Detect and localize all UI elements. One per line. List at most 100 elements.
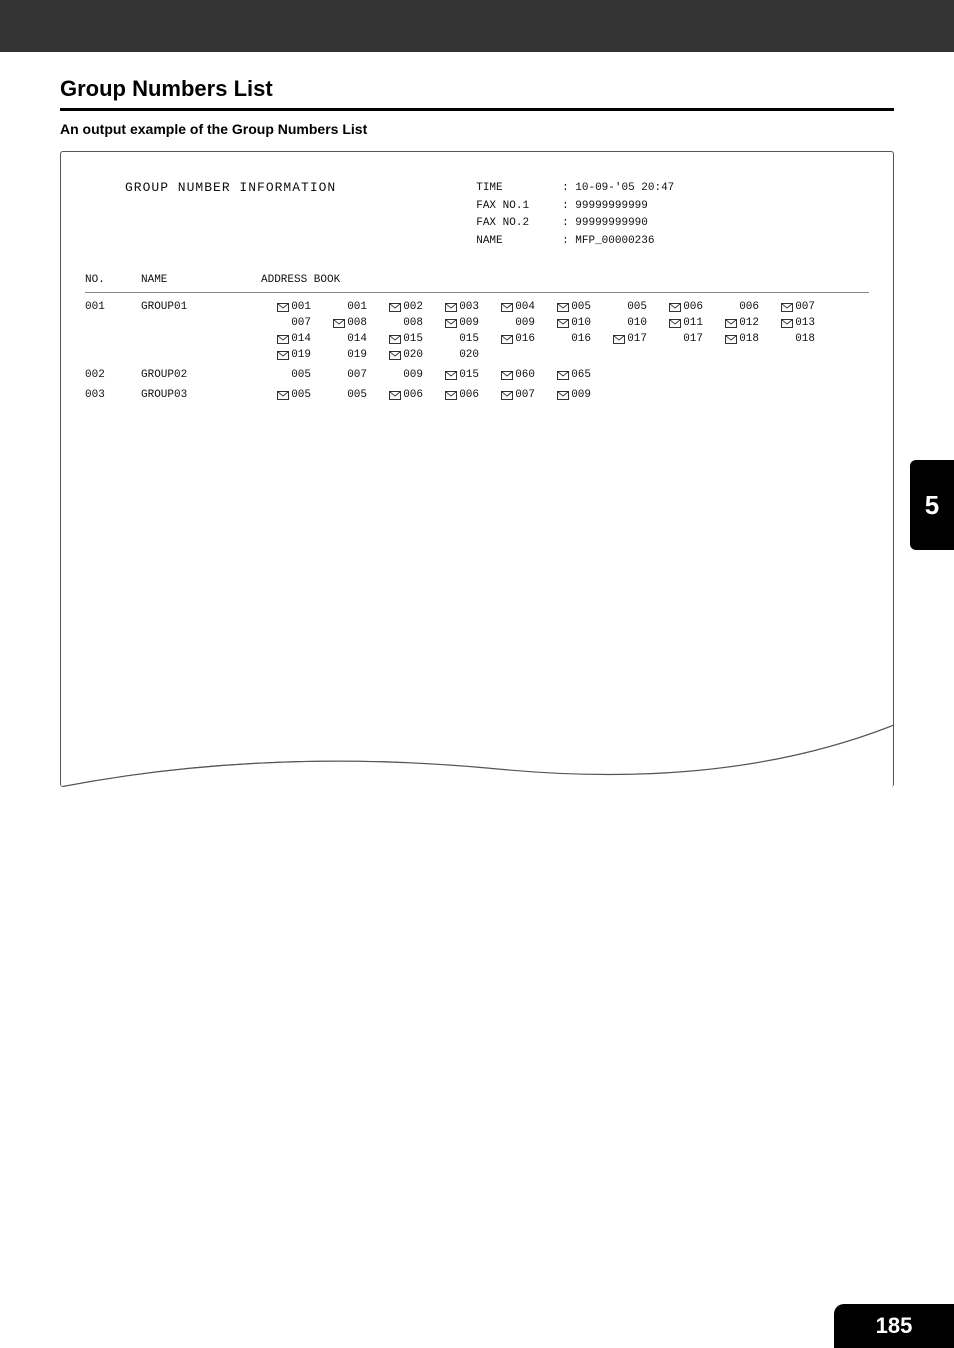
address-entry: 020 — [429, 349, 485, 361]
mail-icon — [445, 319, 457, 328]
address-entry: 011 — [653, 317, 709, 329]
address-number: 005 — [291, 389, 311, 401]
meta-fax1: FAX NO.1 : 99999999999 — [476, 198, 674, 216]
mail-icon — [781, 303, 793, 312]
address-number: 013 — [795, 317, 815, 329]
address-entry: 006 — [709, 301, 765, 313]
mail-icon — [389, 351, 401, 360]
address-entry: 015 — [429, 333, 485, 345]
subtitle: An output example of the Group Numbers L… — [60, 121, 894, 137]
address-entry: 020 — [373, 349, 429, 361]
meta-block: TIME : 10-09-'05 20:47 FAX NO.1 : 999999… — [476, 180, 674, 250]
address-number: 001 — [291, 301, 311, 313]
address-number: 011 — [683, 317, 703, 329]
address-entry: 005 — [317, 389, 373, 401]
address-entry: 005 — [541, 301, 597, 313]
address-entry: 010 — [597, 317, 653, 329]
mail-icon — [501, 371, 513, 380]
address-number: 006 — [683, 301, 703, 313]
groups-container: 001GROUP01001001002003004005005006006007… — [85, 299, 869, 407]
address-entry: 007 — [765, 301, 821, 313]
address-entry: 014 — [261, 333, 317, 345]
address-entry: 006 — [373, 389, 429, 401]
address-number: 010 — [627, 317, 647, 329]
address-entry: 003 — [429, 301, 485, 313]
address-number: 005 — [571, 301, 591, 313]
col-no-header: NO. — [85, 274, 141, 286]
address-entry: 016 — [541, 333, 597, 345]
address-entry: 060 — [485, 369, 541, 381]
mail-icon — [669, 303, 681, 312]
report-title: GROUP NUMBER INFORMATION — [125, 180, 336, 250]
group-name: GROUP01 — [141, 301, 261, 365]
address-number: 009 — [515, 317, 535, 329]
address-entry: 006 — [653, 301, 709, 313]
meta-name-label: NAME — [476, 235, 502, 247]
address-number: 007 — [291, 317, 311, 329]
address-number: 005 — [347, 389, 367, 401]
address-number: 010 — [571, 317, 591, 329]
meta-name-value: : MFP_00000236 — [562, 235, 654, 247]
meta-fax1-value: : 99999999999 — [562, 200, 648, 212]
address-number: 008 — [347, 317, 367, 329]
group-no: 003 — [85, 389, 141, 405]
address-entry: 009 — [485, 317, 541, 329]
address-number: 003 — [459, 301, 479, 313]
mail-icon — [501, 303, 513, 312]
mail-icon — [333, 319, 345, 328]
meta-time-value: : 10-09-'05 20:47 — [562, 182, 674, 194]
address-number: 016 — [571, 333, 591, 345]
address-number: 004 — [515, 301, 535, 313]
address-entry: 013 — [765, 317, 821, 329]
address-number: 002 — [403, 301, 423, 313]
group-name: GROUP03 — [141, 389, 261, 405]
address-number: 012 — [739, 317, 759, 329]
address-entry: 018 — [765, 333, 821, 345]
address-entry: 009 — [373, 369, 429, 381]
meta-fax1-label: FAX NO.1 — [476, 200, 529, 212]
address-number: 019 — [291, 349, 311, 361]
address-number: 018 — [739, 333, 759, 345]
mail-icon — [669, 319, 681, 328]
address-entry: 009 — [541, 389, 597, 401]
address-number: 020 — [459, 349, 479, 361]
address-entry: 014 — [317, 333, 373, 345]
page-curl-curve — [60, 697, 894, 787]
address-number: 009 — [459, 317, 479, 329]
address-entry: 002 — [373, 301, 429, 313]
address-entry: 065 — [541, 369, 597, 381]
address-entry: 016 — [485, 333, 541, 345]
mail-icon — [557, 371, 569, 380]
mail-icon — [501, 335, 513, 344]
meta-time: TIME : 10-09-'05 20:47 — [476, 180, 674, 198]
output-frame: GROUP NUMBER INFORMATION TIME : 10-09-'0… — [60, 151, 894, 787]
address-number: 009 — [571, 389, 591, 401]
address-entry: 012 — [709, 317, 765, 329]
address-number: 005 — [291, 369, 311, 381]
mail-icon — [725, 335, 737, 344]
address-entry: 005 — [597, 301, 653, 313]
mail-icon — [557, 391, 569, 400]
address-entry: 008 — [373, 317, 429, 329]
mail-icon — [277, 335, 289, 344]
address-entry: 004 — [485, 301, 541, 313]
mail-icon — [445, 371, 457, 380]
mail-icon — [277, 303, 289, 312]
page-content: Group Numbers List An output example of … — [0, 52, 954, 787]
report-header: GROUP NUMBER INFORMATION TIME : 10-09-'0… — [125, 180, 869, 250]
meta-fax2-value: : 99999999990 — [562, 217, 648, 229]
group-no: 002 — [85, 369, 141, 385]
address-number: 015 — [403, 333, 423, 345]
address-entry: 005 — [261, 389, 317, 401]
address-number: 016 — [515, 333, 535, 345]
address-entry: 019 — [317, 349, 373, 361]
address-number: 014 — [291, 333, 311, 345]
address-number: 006 — [739, 301, 759, 313]
address-number: 005 — [627, 301, 647, 313]
address-number: 008 — [403, 317, 423, 329]
address-number: 017 — [627, 333, 647, 345]
title-rule — [60, 108, 894, 111]
mail-icon — [501, 391, 513, 400]
address-number: 014 — [347, 333, 367, 345]
entries-wrap: 005005006006007009 — [261, 389, 869, 405]
